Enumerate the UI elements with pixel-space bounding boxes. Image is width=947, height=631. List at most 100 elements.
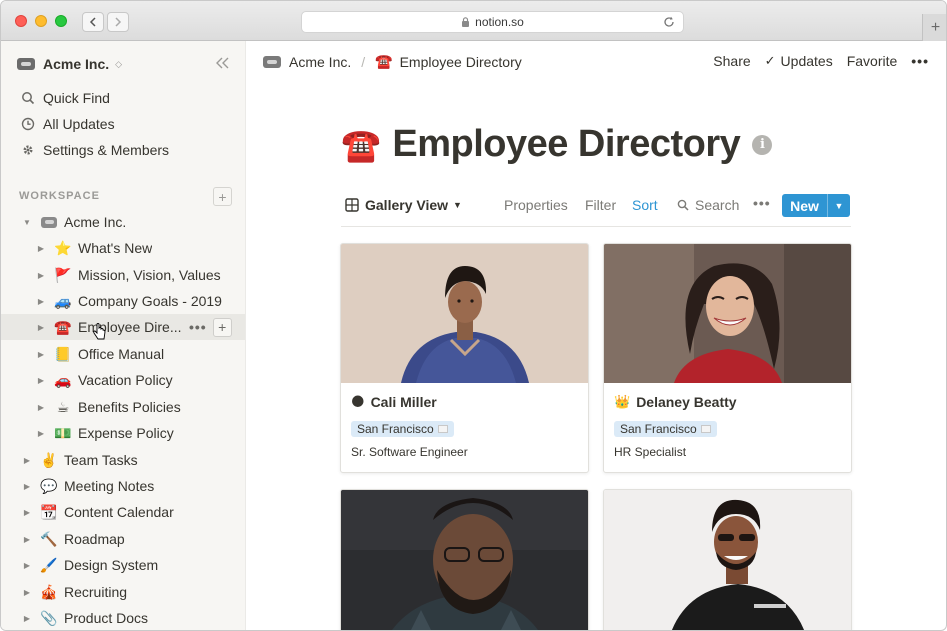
expand-toggle-icon[interactable]: ▶: [23, 588, 31, 597]
telephone-icon[interactable]: ☎️: [341, 126, 381, 164]
sidebar-item-acme-inc[interactable]: ▼ Acme Inc.: [1, 209, 245, 235]
sidebar-item-recruiting[interactable]: ▶ 🎪 Recruiting: [1, 579, 245, 605]
telephone-icon: ☎️: [375, 53, 393, 69]
browser-toolbar: notion.so +: [1, 1, 946, 41]
favorite-button[interactable]: Favorite: [847, 53, 898, 69]
gallery-card[interactable]: [340, 489, 589, 630]
info-icon[interactable]: i: [752, 134, 773, 155]
sidebar-item-team-tasks[interactable]: ▶ ✌️ Team Tasks: [1, 447, 245, 473]
close-window-button[interactable]: [15, 15, 27, 27]
chevron-right-icon: [115, 17, 122, 27]
chevron-down-icon[interactable]: ▼: [828, 201, 850, 211]
more-options-icon[interactable]: •••: [911, 53, 929, 69]
search-button[interactable]: Search: [677, 197, 739, 213]
sidebar-item-meeting-notes[interactable]: ▶ 💬 Meeting Notes: [1, 473, 245, 499]
card-cover-photo: [604, 244, 851, 383]
envelope-icon: [700, 425, 711, 433]
sidebar-item-roadmap[interactable]: ▶ 🔨 Roadmap: [1, 526, 245, 552]
gallery-card[interactable]: [603, 489, 852, 630]
reload-icon[interactable]: [663, 16, 675, 28]
paperclip-icon: 📎: [40, 609, 58, 626]
sidebar-item-vacation-policy[interactable]: ▶ 🚗 Vacation Policy: [1, 367, 245, 393]
workspace-logo-icon: [40, 216, 58, 228]
gallery-card[interactable]: 🌑 Cali Miller San Francisco Sr. Software…: [340, 243, 589, 473]
search-label: Search: [695, 197, 740, 213]
breadcrumb-root[interactable]: Acme Inc.: [289, 54, 351, 70]
expand-toggle-icon[interactable]: ▶: [23, 535, 31, 544]
employee-role: HR Specialist: [614, 445, 687, 459]
card-cover-photo: [341, 490, 588, 630]
hand-cursor-icon: [93, 323, 106, 340]
sidebar-item-employee-directory[interactable]: ▶ ☎️ Employee Dire... ••• +: [1, 314, 245, 340]
updates-label: Updates: [780, 53, 833, 69]
employee-name: Delaney Beatty: [636, 394, 737, 410]
expand-toggle-icon[interactable]: ▶: [37, 350, 45, 359]
page-topbar: Acme Inc. / ☎️ Employee Directory Share …: [247, 41, 946, 85]
expand-toggle-icon[interactable]: ▶: [37, 271, 45, 280]
sidebar-item-office-manual[interactable]: ▶ 📒 Office Manual: [1, 341, 245, 367]
gallery-card[interactable]: 👑 Delaney Beatty San Francisco HR Specia…: [603, 243, 852, 473]
workspace-section-label: WORKSPACE: [19, 190, 100, 202]
location-tag: San Francisco: [351, 421, 454, 437]
sidebar-item-design-system[interactable]: ▶ 🖌️ Design System: [1, 552, 245, 578]
workspace-logo-icon: [17, 58, 35, 70]
expand-toggle-icon[interactable]: ▶: [37, 323, 45, 332]
add-subpage-button[interactable]: +: [212, 317, 232, 337]
sidebar-item-mission[interactable]: ▶ 🚩 Mission, Vision, Values: [1, 262, 245, 288]
zoom-window-button[interactable]: [55, 15, 67, 27]
expand-toggle-icon[interactable]: ▶: [37, 244, 45, 253]
expand-toggle-icon[interactable]: ▶: [37, 297, 45, 306]
expand-toggle-icon[interactable]: ▶: [37, 403, 45, 412]
updown-chevron-icon: ◇: [115, 58, 123, 69]
employee-name: Cali Miller: [370, 394, 437, 410]
breadcrumb: Acme Inc. / ☎️ Employee Directory: [263, 53, 522, 70]
expand-toggle-icon[interactable]: ▶: [23, 482, 31, 491]
flag-icon: 🚩: [54, 266, 72, 283]
quick-find-label: Quick Find: [43, 90, 110, 106]
back-button[interactable]: [82, 12, 104, 32]
expand-toggle-icon[interactable]: ▶: [23, 614, 31, 623]
sidebar-item-product-docs[interactable]: ▶ 📎 Product Docs: [1, 605, 245, 630]
sidebar-item-content-calendar[interactable]: ▶ 📆 Content Calendar: [1, 499, 245, 525]
collapse-sidebar-icon[interactable]: [214, 55, 232, 71]
paintbrush-icon: 🖌️: [40, 556, 58, 573]
minimize-window-button[interactable]: [35, 15, 47, 27]
expand-toggle-icon[interactable]: ▶: [23, 561, 31, 570]
sidebar-item-expense-policy[interactable]: ▶ 💵 Expense Policy: [1, 420, 245, 446]
sidebar-item-company-goals[interactable]: ▶ 🚙 Company Goals - 2019: [1, 288, 245, 314]
properties-button[interactable]: Properties: [504, 197, 568, 213]
moon-icon: 🌑: [351, 394, 365, 409]
address-bar[interactable]: notion.so: [301, 11, 684, 33]
more-options-icon[interactable]: •••: [753, 195, 771, 211]
settings-members-link[interactable]: Settings & Members: [21, 139, 169, 161]
workspace-switcher[interactable]: Acme Inc. ◇: [17, 53, 122, 75]
telephone-icon: ☎️: [54, 318, 72, 335]
new-record-button[interactable]: New ▼: [782, 194, 850, 217]
breadcrumb-current-page[interactable]: Employee Directory: [400, 54, 522, 70]
forward-button[interactable]: [107, 12, 129, 32]
url-text: notion.so: [475, 15, 524, 29]
quick-find-link[interactable]: Quick Find: [21, 87, 110, 109]
expand-toggle-icon[interactable]: ▶: [23, 508, 31, 517]
sidebar-item-whats-new[interactable]: ▶ ⭐ What's New: [1, 235, 245, 261]
page-title-text[interactable]: Employee Directory: [392, 123, 740, 166]
view-switcher[interactable]: Gallery View ▼: [345, 197, 462, 213]
sidebar-item-label: Benefits Policies: [78, 399, 181, 415]
star-icon: ⭐: [54, 239, 72, 256]
filter-button[interactable]: Filter: [585, 197, 616, 213]
share-button[interactable]: Share: [713, 53, 750, 69]
new-tab-button[interactable]: +: [922, 14, 946, 41]
expand-toggle-icon[interactable]: ▶: [23, 456, 31, 465]
updates-button[interactable]: ✓ Updates: [765, 53, 833, 69]
add-page-button[interactable]: +: [213, 187, 232, 206]
circus-tent-icon: 🎪: [40, 583, 58, 600]
sidebar-item-label: Expense Policy: [78, 425, 174, 441]
all-updates-link[interactable]: All Updates: [21, 113, 115, 135]
more-options-icon[interactable]: •••: [189, 319, 207, 335]
expand-toggle-icon[interactable]: ▶: [37, 429, 45, 438]
location-text: San Francisco: [620, 422, 697, 436]
sidebar-item-benefits-policies[interactable]: ▶ ☕ Benefits Policies: [1, 394, 245, 420]
expand-toggle-icon[interactable]: ▶: [37, 376, 45, 385]
expand-toggle-icon[interactable]: ▼: [23, 218, 31, 227]
sort-button[interactable]: Sort: [632, 197, 658, 213]
